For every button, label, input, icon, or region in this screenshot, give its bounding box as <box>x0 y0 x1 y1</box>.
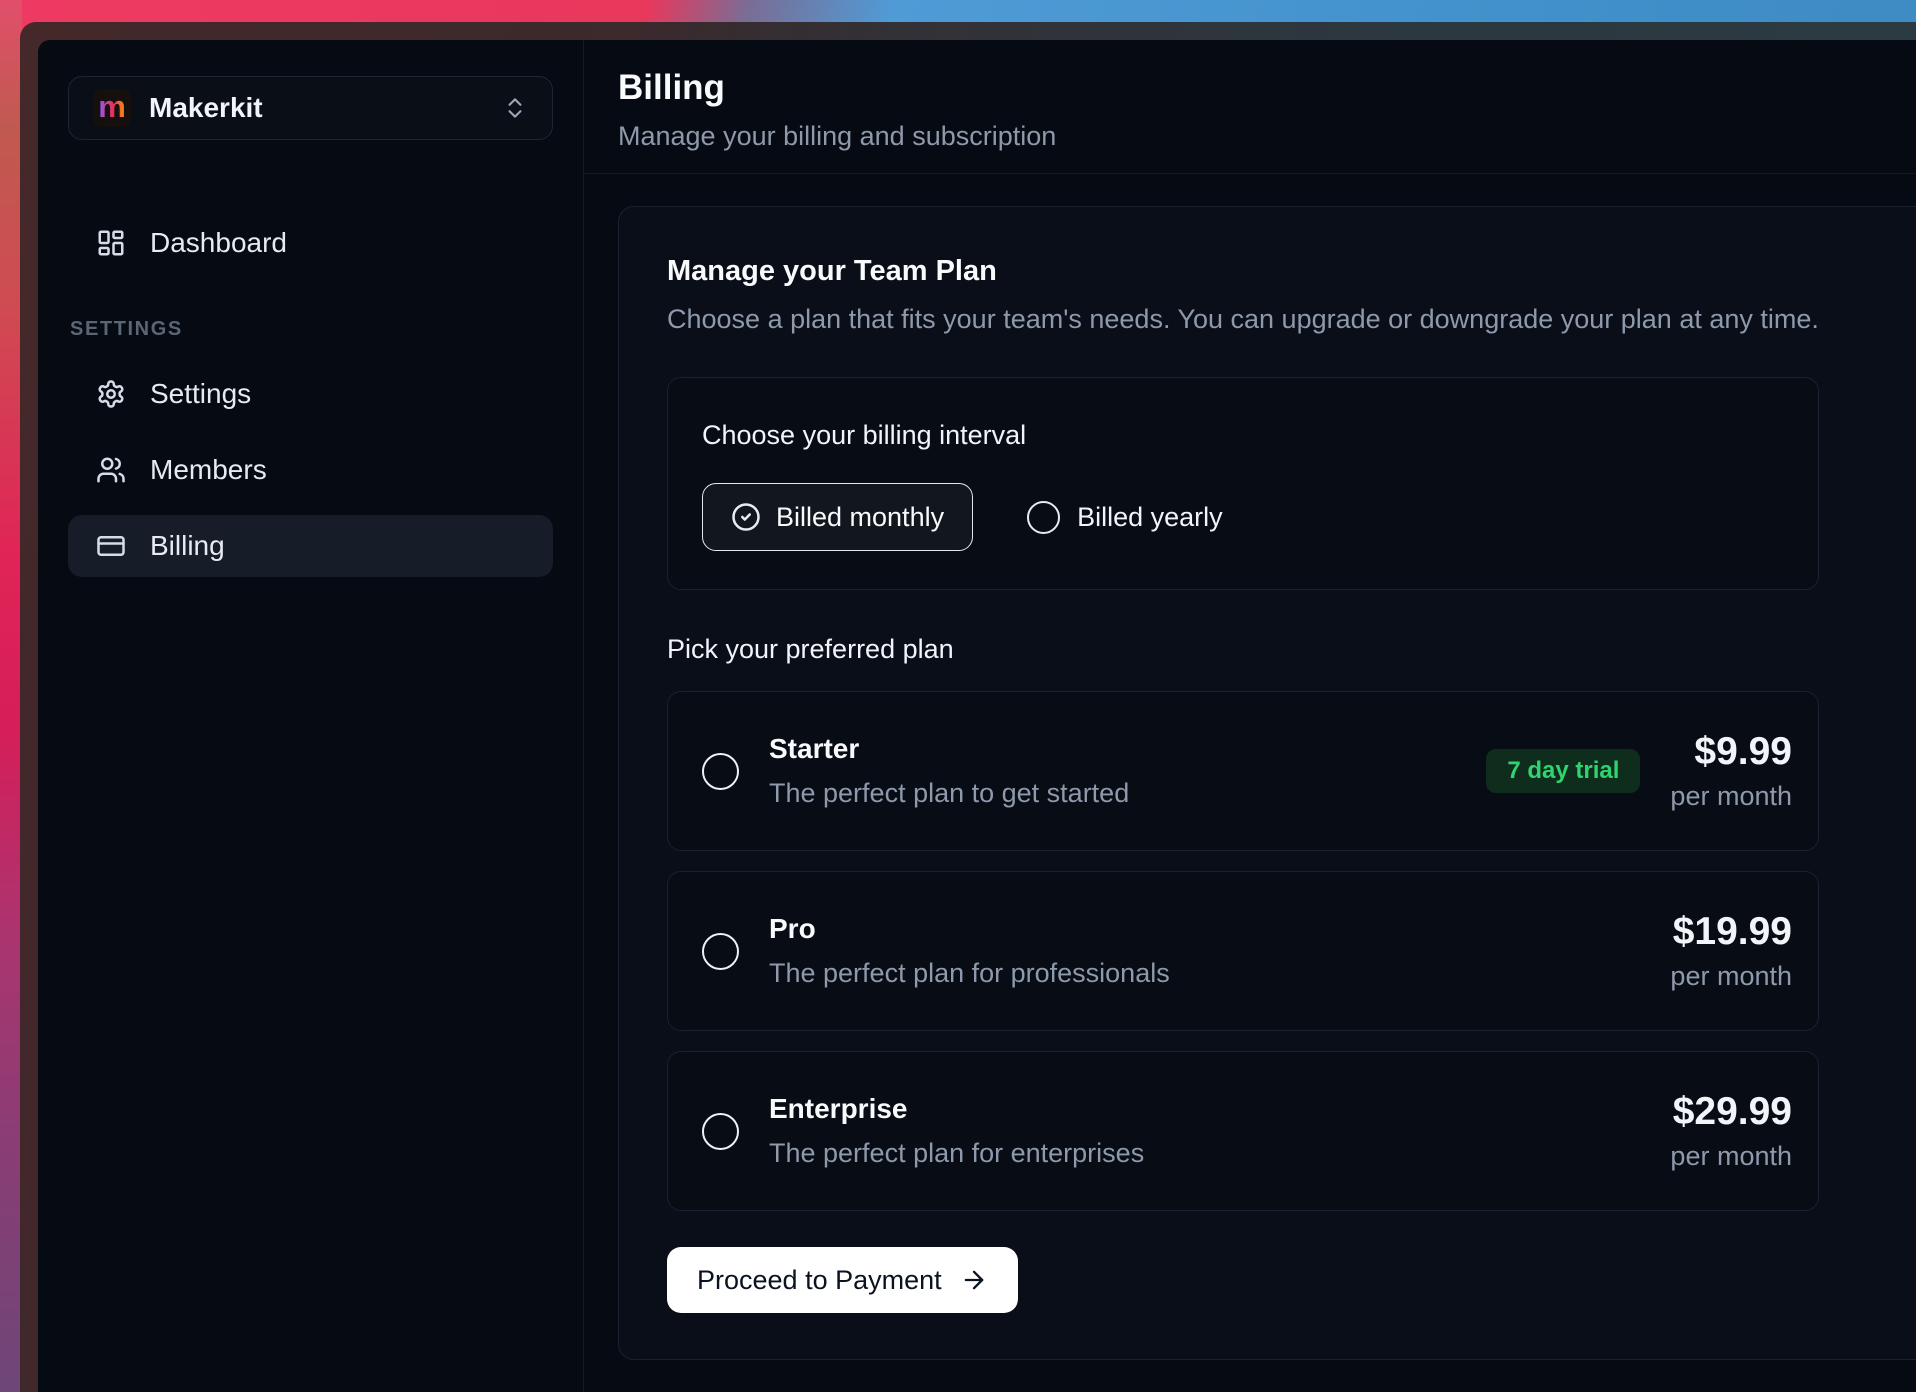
gear-icon <box>96 379 126 409</box>
check-circle-icon <box>731 502 761 532</box>
radio-circle-icon[interactable] <box>702 933 739 970</box>
price-block: $29.99 per month <box>1670 1090 1792 1173</box>
desktop-wallpaper-strip <box>0 0 22 1392</box>
workspace-name: Makerkit <box>149 92 263 124</box>
billed-monthly-label: Billed monthly <box>776 502 944 533</box>
plan-row-pro[interactable]: Pro The perfect plan for professionals $… <box>667 871 1819 1031</box>
price-block: $19.99 per month <box>1670 910 1792 993</box>
plan-price: $9.99 <box>1670 730 1792 774</box>
sidebar-item-billing[interactable]: Billing <box>68 515 553 577</box>
billing-interval-options: Billed monthly Billed yearly <box>702 483 1784 551</box>
plan-info: Pro The perfect plan for professionals <box>769 912 1170 990</box>
makerkit-logo: m <box>93 89 131 127</box>
billed-monthly-option[interactable]: Billed monthly <box>702 483 973 551</box>
plan-name: Enterprise <box>769 1092 1144 1126</box>
plan-row-enterprise[interactable]: Enterprise The perfect plan for enterpri… <box>667 1051 1819 1211</box>
app-root: m Makerkit Dashboard SETTINGS <box>38 40 1916 1392</box>
billing-interval-label: Choose your billing interval <box>702 420 1784 451</box>
sidebar-item-members[interactable]: Members <box>68 439 553 501</box>
arrow-right-icon <box>960 1266 988 1294</box>
price-block: $9.99 per month <box>1670 730 1792 813</box>
sidebar: m Makerkit Dashboard SETTINGS <box>38 40 584 1392</box>
billed-yearly-label: Billed yearly <box>1077 502 1223 533</box>
credit-card-icon <box>96 531 126 561</box>
sidebar-item-label: Settings <box>150 378 251 410</box>
plan-info: Enterprise The perfect plan for enterpri… <box>769 1092 1144 1170</box>
sidebar-item-settings[interactable]: Settings <box>68 363 553 425</box>
plan-period: per month <box>1670 1139 1792 1173</box>
plans-label: Pick your preferred plan <box>667 634 1909 665</box>
workspace-selector[interactable]: m Makerkit <box>68 76 553 140</box>
logo-letter: m <box>98 91 126 122</box>
plan-name: Pro <box>769 912 1170 946</box>
sidebar-item-label: Billing <box>150 530 225 562</box>
plan-pricing: $19.99 per month <box>1670 910 1792 993</box>
sidebar-nav: Dashboard SETTINGS Settings Members <box>68 212 553 577</box>
plan-rows: Starter The perfect plan to get started … <box>667 691 1909 1211</box>
page-title: Billing <box>618 66 1916 110</box>
sidebar-item-dashboard[interactable]: Dashboard <box>68 212 553 274</box>
plan-period: per month <box>1670 959 1792 993</box>
plan-description: The perfect plan for enterprises <box>769 1136 1144 1170</box>
radio-circle-icon <box>1027 501 1060 534</box>
dashboard-icon <box>96 228 126 258</box>
card-description: Choose a plan that fits your team's need… <box>667 301 1909 337</box>
trial-badge: 7 day trial <box>1486 749 1640 793</box>
plan-pricing: 7 day trial $9.99 per month <box>1486 730 1792 813</box>
header-divider <box>584 173 1916 174</box>
page-subtitle: Manage your billing and subscription <box>618 118 1916 154</box>
radio-circle-icon[interactable] <box>702 1113 739 1150</box>
proceed-button-label: Proceed to Payment <box>697 1265 942 1296</box>
billing-interval-box: Choose your billing interval Billed mont… <box>667 377 1819 590</box>
plan-description: The perfect plan to get started <box>769 776 1129 810</box>
card-title: Manage your Team Plan <box>667 251 1909 291</box>
plan-pricing: $29.99 per month <box>1670 1090 1792 1173</box>
users-icon <box>96 455 126 485</box>
plan-price: $19.99 <box>1670 910 1792 954</box>
page-header: Billing Manage your billing and subscrip… <box>584 66 1916 154</box>
radio-circle-icon[interactable] <box>702 753 739 790</box>
plan-row-starter[interactable]: Starter The perfect plan to get started … <box>667 691 1819 851</box>
chevrons-up-down-icon <box>502 95 528 121</box>
plan-name: Starter <box>769 732 1129 766</box>
plan-period: per month <box>1670 779 1792 813</box>
plan-info: Starter The perfect plan to get started <box>769 732 1129 810</box>
main-content: Billing Manage your billing and subscrip… <box>584 40 1916 1392</box>
team-plan-card: Manage your Team Plan Choose a plan that… <box>618 206 1916 1360</box>
sidebar-section-label: SETTINGS <box>68 318 553 341</box>
sidebar-item-label: Dashboard <box>150 227 287 259</box>
plan-description: The perfect plan for professionals <box>769 956 1170 990</box>
plan-price: $29.99 <box>1670 1090 1792 1134</box>
sidebar-item-label: Members <box>150 454 267 486</box>
proceed-to-payment-button[interactable]: Proceed to Payment <box>667 1247 1018 1313</box>
billed-yearly-option[interactable]: Billed yearly <box>1027 501 1223 534</box>
macos-window: m Makerkit Dashboard SETTINGS <box>20 22 1916 1392</box>
